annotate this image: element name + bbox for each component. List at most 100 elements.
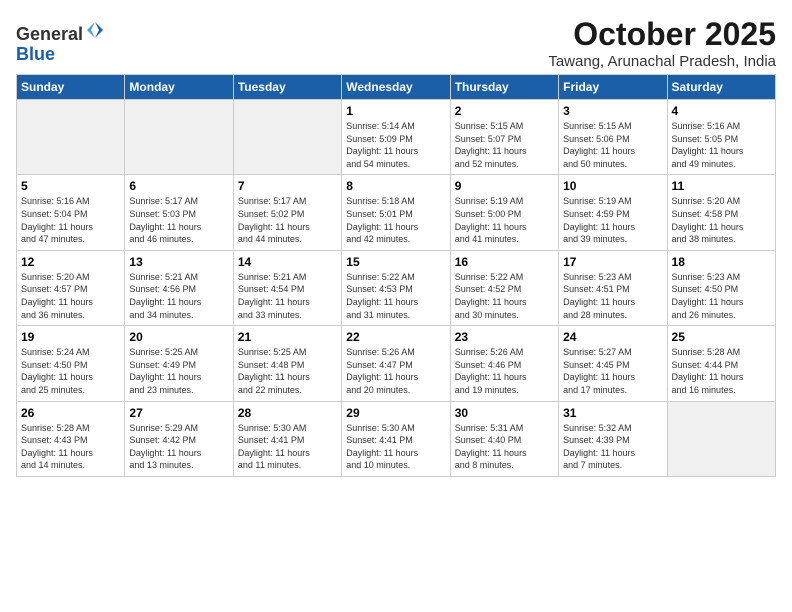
- day-number: 15: [346, 255, 445, 269]
- day-cell-8: 8Sunrise: 5:18 AM Sunset: 5:01 PM Daylig…: [342, 175, 450, 250]
- week-row-3: 12 Sunrise: 5:20 AM Sunset: 4:57 PM Dayli…: [17, 250, 776, 325]
- weekday-header-friday: Friday: [559, 75, 667, 100]
- day-number: 11: [672, 179, 771, 193]
- day-info: Sunrise: 5:31 AM Sunset: 4:40 PM Dayligh…: [455, 422, 554, 472]
- week-row-2: 5 Sunrise: 5:16 AM Sunset: 5:04 PM Daylig…: [17, 175, 776, 250]
- day-info: Sunrise: 5:30 AM Sunset: 4:41 PM Dayligh…: [238, 422, 337, 472]
- day-number: 19: [21, 330, 120, 344]
- day-info: Sunrise: 5:15 AM Sunset: 5:06 PM Dayligh…: [563, 120, 662, 170]
- day-cell-18: 18Sunrise: 5:23 AM Sunset: 4:50 PM Dayli…: [667, 250, 775, 325]
- day-info: Sunrise: 5:16 AM Sunset: 5:04 PM Dayligh…: [21, 195, 120, 245]
- day-cell-6: 6Sunrise: 5:17 AM Sunset: 5:03 PM Daylig…: [125, 175, 233, 250]
- day-cell-21: 21Sunrise: 5:25 AM Sunset: 4:48 PM Dayli…: [233, 326, 341, 401]
- day-info: Sunrise: 5:26 AM Sunset: 4:46 PM Dayligh…: [455, 346, 554, 396]
- day-info: Sunrise: 5:27 AM Sunset: 4:45 PM Dayligh…: [563, 346, 662, 396]
- day-number: 30: [455, 406, 554, 420]
- day-info: Sunrise: 5:23 AM Sunset: 4:50 PM Dayligh…: [672, 271, 771, 321]
- day-number: 4: [672, 104, 771, 118]
- week-row-1: 1 Sunrise: 5:14 AM Sunset: 5:09 PM Daylig…: [17, 100, 776, 175]
- title-area: October 2025 Tawang, Arunachal Pradesh, …: [548, 16, 776, 70]
- day-number: 5: [21, 179, 120, 193]
- day-cell-31: 31 Sunrise: 5:32 AM Sunset: 4:39 PM Dayli…: [559, 401, 667, 476]
- day-info: Sunrise: 5:24 AM Sunset: 4:50 PM Dayligh…: [21, 346, 120, 396]
- day-cell-22: 22Sunrise: 5:26 AM Sunset: 4:47 PM Dayli…: [342, 326, 450, 401]
- day-cell-16: 16Sunrise: 5:22 AM Sunset: 4:52 PM Dayli…: [450, 250, 558, 325]
- day-number: 27: [129, 406, 228, 420]
- day-info: Sunrise: 5:19 AM Sunset: 4:59 PM Dayligh…: [563, 195, 662, 245]
- day-number: 23: [455, 330, 554, 344]
- day-cell-20: 20 Sunrise: 5:25 AM Sunset: 4:49 PM Dayli…: [125, 326, 233, 401]
- day-info: Sunrise: 5:14 AM Sunset: 5:09 PM Dayligh…: [346, 120, 445, 170]
- day-cell-24: 24Sunrise: 5:27 AM Sunset: 4:45 PM Dayli…: [559, 326, 667, 401]
- calendar: SundayMondayTuesdayWednesdayThursdayFrid…: [16, 74, 776, 477]
- weekday-header-tuesday: Tuesday: [233, 75, 341, 100]
- day-number: 1: [346, 104, 445, 118]
- day-info: Sunrise: 5:23 AM Sunset: 4:51 PM Dayligh…: [563, 271, 662, 321]
- day-info: Sunrise: 5:17 AM Sunset: 5:02 PM Dayligh…: [238, 195, 337, 245]
- day-cell-11: 11 Sunrise: 5:20 AM Sunset: 4:58 PM Dayli…: [667, 175, 775, 250]
- day-number: 31: [563, 406, 662, 420]
- day-info: Sunrise: 5:18 AM Sunset: 5:01 PM Dayligh…: [346, 195, 445, 245]
- day-info: Sunrise: 5:22 AM Sunset: 4:52 PM Dayligh…: [455, 271, 554, 321]
- logo-icon: [85, 20, 105, 40]
- day-info: Sunrise: 5:22 AM Sunset: 4:53 PM Dayligh…: [346, 271, 445, 321]
- day-cell-19: 19 Sunrise: 5:24 AM Sunset: 4:50 PM Dayli…: [17, 326, 125, 401]
- day-number: 28: [238, 406, 337, 420]
- day-cell-15: 15 Sunrise: 5:22 AM Sunset: 4:53 PM Dayli…: [342, 250, 450, 325]
- day-number: 25: [672, 330, 771, 344]
- day-cell-27: 27 Sunrise: 5:29 AM Sunset: 4:42 PM Dayli…: [125, 401, 233, 476]
- day-number: 10: [563, 179, 662, 193]
- day-cell-10: 10 Sunrise: 5:19 AM Sunset: 4:59 PM Dayli…: [559, 175, 667, 250]
- day-number: 12: [21, 255, 120, 269]
- day-cell-2: 2Sunrise: 5:15 AM Sunset: 5:07 PM Daylig…: [450, 100, 558, 175]
- day-cell-30: 30 Sunrise: 5:31 AM Sunset: 4:40 PM Dayli…: [450, 401, 558, 476]
- day-cell-17: 17 Sunrise: 5:23 AM Sunset: 4:51 PM Dayli…: [559, 250, 667, 325]
- day-cell-28: 28 Sunrise: 5:30 AM Sunset: 4:41 PM Dayli…: [233, 401, 341, 476]
- weekday-header-monday: Monday: [125, 75, 233, 100]
- day-info: Sunrise: 5:20 AM Sunset: 4:57 PM Dayligh…: [21, 271, 120, 321]
- empty-cell: [125, 100, 233, 175]
- empty-cell: [17, 100, 125, 175]
- empty-cell: [667, 401, 775, 476]
- day-cell-1: 1 Sunrise: 5:14 AM Sunset: 5:09 PM Daylig…: [342, 100, 450, 175]
- day-number: 6: [129, 179, 228, 193]
- weekday-header-sunday: Sunday: [17, 75, 125, 100]
- empty-cell: [233, 100, 341, 175]
- day-cell-9: 9Sunrise: 5:19 AM Sunset: 5:00 PM Daylig…: [450, 175, 558, 250]
- day-info: Sunrise: 5:26 AM Sunset: 4:47 PM Dayligh…: [346, 346, 445, 396]
- day-number: 9: [455, 179, 554, 193]
- header: General Blue October 2025 Tawang, Arunac…: [16, 16, 776, 70]
- day-cell-5: 5 Sunrise: 5:16 AM Sunset: 5:04 PM Daylig…: [17, 175, 125, 250]
- day-info: Sunrise: 5:20 AM Sunset: 4:58 PM Dayligh…: [672, 195, 771, 245]
- day-info: Sunrise: 5:32 AM Sunset: 4:39 PM Dayligh…: [563, 422, 662, 472]
- weekday-header-row: SundayMondayTuesdayWednesdayThursdayFrid…: [17, 75, 776, 100]
- day-cell-4: 4Sunrise: 5:16 AM Sunset: 5:05 PM Daylig…: [667, 100, 775, 175]
- weekday-header-wednesday: Wednesday: [342, 75, 450, 100]
- day-cell-7: 7 Sunrise: 5:17 AM Sunset: 5:02 PM Daylig…: [233, 175, 341, 250]
- logo-general-text: General: [16, 24, 83, 44]
- day-info: Sunrise: 5:29 AM Sunset: 4:42 PM Dayligh…: [129, 422, 228, 472]
- day-number: 7: [238, 179, 337, 193]
- day-number: 14: [238, 255, 337, 269]
- day-number: 17: [563, 255, 662, 269]
- day-cell-14: 14 Sunrise: 5:21 AM Sunset: 4:54 PM Dayli…: [233, 250, 341, 325]
- day-cell-29: 29Sunrise: 5:30 AM Sunset: 4:41 PM Dayli…: [342, 401, 450, 476]
- weekday-header-saturday: Saturday: [667, 75, 775, 100]
- day-cell-13: 13Sunrise: 5:21 AM Sunset: 4:56 PM Dayli…: [125, 250, 233, 325]
- day-number: 20: [129, 330, 228, 344]
- day-info: Sunrise: 5:21 AM Sunset: 4:54 PM Dayligh…: [238, 271, 337, 321]
- day-info: Sunrise: 5:25 AM Sunset: 4:49 PM Dayligh…: [129, 346, 228, 396]
- day-info: Sunrise: 5:28 AM Sunset: 4:43 PM Dayligh…: [21, 422, 120, 472]
- day-info: Sunrise: 5:28 AM Sunset: 4:44 PM Dayligh…: [672, 346, 771, 396]
- day-number: 2: [455, 104, 554, 118]
- day-cell-3: 3 Sunrise: 5:15 AM Sunset: 5:06 PM Daylig…: [559, 100, 667, 175]
- day-number: 3: [563, 104, 662, 118]
- day-cell-23: 23 Sunrise: 5:26 AM Sunset: 4:46 PM Dayli…: [450, 326, 558, 401]
- logo: General Blue: [16, 20, 105, 65]
- logo-blue-text: Blue: [16, 44, 55, 64]
- weekday-header-thursday: Thursday: [450, 75, 558, 100]
- day-info: Sunrise: 5:21 AM Sunset: 4:56 PM Dayligh…: [129, 271, 228, 321]
- week-row-4: 19 Sunrise: 5:24 AM Sunset: 4:50 PM Dayli…: [17, 326, 776, 401]
- month-title: October 2025: [548, 16, 776, 53]
- day-info: Sunrise: 5:30 AM Sunset: 4:41 PM Dayligh…: [346, 422, 445, 472]
